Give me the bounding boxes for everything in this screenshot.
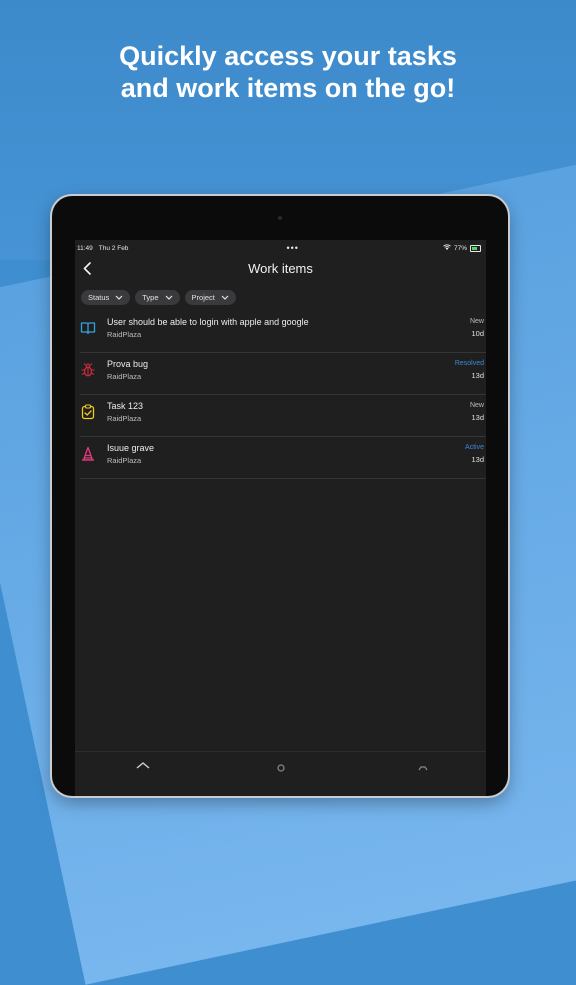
work-item-title: Task 123 (107, 401, 144, 411)
filter-project-label: Project (191, 293, 215, 302)
wifi-icon (443, 244, 451, 252)
work-item-age: 13d (471, 371, 484, 380)
work-item-age: 13d (471, 413, 484, 422)
work-item-row[interactable]: User should be able to login with apple … (80, 311, 486, 353)
work-item-title: Prova bug (107, 359, 149, 369)
chevron-down-icon (165, 295, 172, 300)
headline-line-2: and work items on the go! (120, 73, 456, 103)
front-camera (278, 216, 282, 220)
filter-status-label: Status (88, 293, 110, 302)
filter-type[interactable]: Type (135, 290, 180, 305)
work-item-row[interactable]: Prova bug RaidPlaza Resolved 13d (80, 353, 486, 395)
work-item-state: New (469, 318, 484, 325)
status-left: 11:49 Thu 2 Feb (77, 245, 134, 252)
chevron-down-icon (115, 295, 123, 300)
status-date: Thu 2 Feb (98, 244, 129, 252)
issue-icon (82, 446, 94, 461)
work-item-list: User should be able to login with apple … (75, 311, 486, 479)
multitasking-dots[interactable]: ••• (286, 243, 298, 253)
tab-home[interactable] (135, 760, 151, 772)
work-item-row[interactable]: Isuue grave RaidPlaza Active 13d (80, 437, 486, 479)
work-item-project: RaidPlaza (107, 414, 142, 423)
filter-status[interactable]: Status (81, 290, 131, 305)
person-icon (277, 764, 285, 772)
work-item-title: Isuue grave (107, 443, 155, 453)
battery-percentage: 77% (453, 244, 467, 252)
filter-bar: Status Type Project (75, 282, 486, 305)
filter-type-label: Type (142, 293, 159, 302)
status-bar: 11:49 Thu 2 Feb ••• 77% (75, 240, 486, 256)
status-right: 77% (443, 244, 481, 252)
tab-profile[interactable] (273, 760, 289, 772)
work-item-project: RaidPlaza (107, 372, 142, 381)
tablet-frame: 11:49 Thu 2 Feb ••• 77% Work items Status (52, 196, 508, 796)
work-item-age: 13d (471, 455, 484, 464)
book-icon (80, 322, 96, 335)
headline-line-1: Quickly access your tasks (119, 41, 457, 71)
chevron-down-icon (221, 295, 229, 300)
app-screen: 11:49 Thu 2 Feb ••• 77% Work items Status (75, 240, 486, 796)
work-item-age: 10d (471, 329, 484, 338)
battery-icon (470, 244, 481, 252)
work-item-state: New (469, 402, 484, 409)
work-item-project: RaidPlaza (107, 456, 142, 465)
work-item-title: User should be able to login with apple … (107, 317, 309, 327)
bug-icon (81, 363, 95, 377)
status-time: 11:49 (77, 244, 93, 252)
home-icon (136, 762, 150, 769)
page-title: Work items (248, 261, 313, 276)
work-item-state: Resolved (454, 360, 484, 367)
work-item-state: Active (464, 444, 484, 451)
tab-settings[interactable] (415, 760, 431, 772)
tab-bar (75, 751, 486, 796)
work-item-project: RaidPlaza (107, 330, 142, 339)
work-item-row[interactable]: Task 123 RaidPlaza New 13d (80, 395, 486, 437)
gear-icon (418, 766, 428, 771)
filter-project[interactable]: Project (184, 290, 236, 305)
promo-headline: Quickly access your tasks and work items… (0, 40, 576, 104)
task-icon (81, 404, 95, 420)
navigation-bar: Work items (75, 258, 486, 282)
